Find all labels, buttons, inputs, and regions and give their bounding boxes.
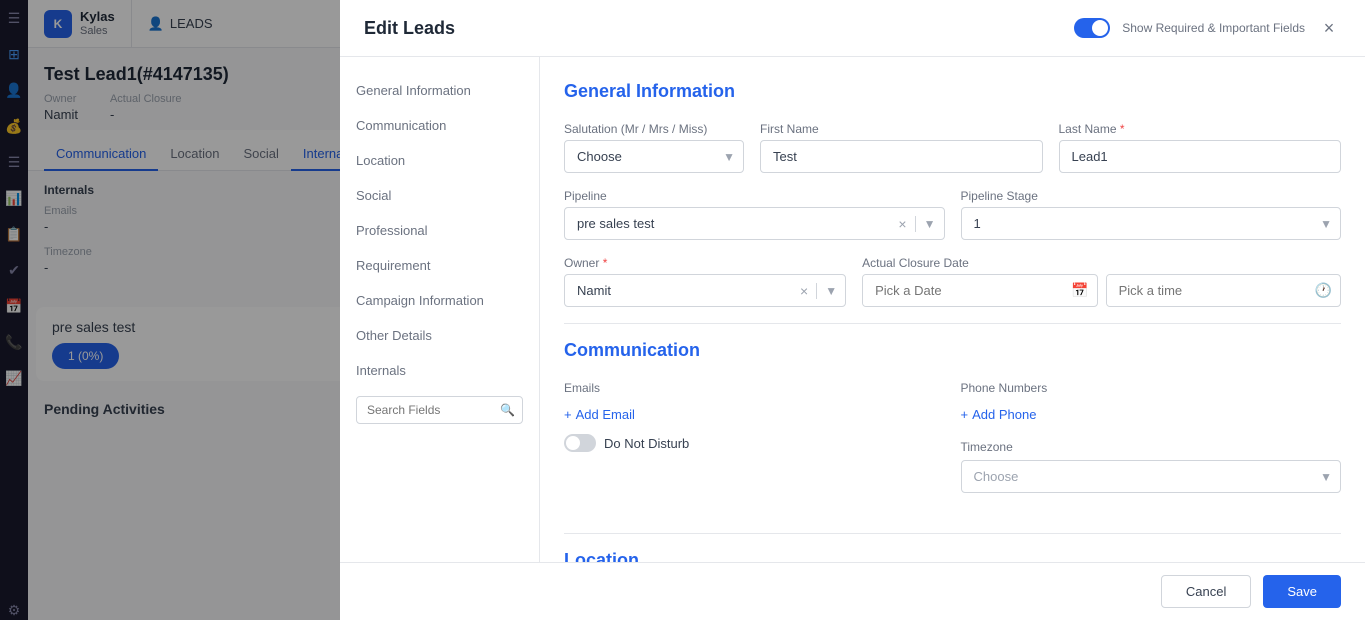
dnd-row: Do Not Disturb bbox=[564, 434, 945, 452]
add-phone-icon: + bbox=[961, 407, 969, 422]
comm-row: Emails + Add Email Do Not Disturb Phone … bbox=[564, 381, 1341, 517]
salutation-label: Salutation (Mr / Mrs / Miss) bbox=[564, 122, 744, 136]
salutation-group: Salutation (Mr / Mrs / Miss) Choose ▼ bbox=[564, 122, 744, 173]
closure-date-group: Actual Closure Date 📅 🕐 bbox=[862, 256, 1341, 307]
salutation-value: Choose bbox=[565, 141, 715, 172]
date-time-row: 📅 🕐 bbox=[862, 274, 1341, 307]
nav-item-other[interactable]: Other Details bbox=[340, 318, 539, 353]
date-input[interactable] bbox=[863, 275, 1063, 306]
owner-label: Owner * bbox=[564, 256, 846, 270]
date-picker[interactable]: 📅 bbox=[862, 274, 1097, 307]
time-picker[interactable]: 🕐 bbox=[1106, 274, 1341, 307]
emails-section: Emails + Add Email Do Not Disturb bbox=[564, 381, 945, 493]
owner-group: Owner * Namit × ▼ bbox=[564, 256, 846, 307]
form-row-owner: Owner * Namit × ▼ Actual Closure Date 📅 bbox=[564, 256, 1341, 307]
time-input[interactable] bbox=[1107, 275, 1307, 306]
nav-item-internals[interactable]: Internals bbox=[340, 353, 539, 388]
last-name-input[interactable] bbox=[1059, 140, 1342, 173]
closure-date-label: Actual Closure Date bbox=[862, 256, 1341, 270]
nav-item-general[interactable]: General Information bbox=[340, 73, 539, 108]
nav-item-campaign[interactable]: Campaign Information bbox=[340, 283, 539, 318]
owner-value: Namit bbox=[565, 275, 792, 306]
pipeline-clear-icon[interactable]: × bbox=[890, 216, 915, 232]
add-email-icon: + bbox=[564, 407, 572, 422]
timezone-arrow-icon[interactable]: ▼ bbox=[1312, 470, 1340, 484]
modal-body: General Information Communication Locati… bbox=[340, 57, 1365, 562]
first-name-label: First Name bbox=[760, 122, 1043, 136]
nav-item-social[interactable]: Social bbox=[340, 178, 539, 213]
nav-item-communication[interactable]: Communication bbox=[340, 108, 539, 143]
communication-title: Communication bbox=[564, 340, 1341, 361]
calendar-icon: 📅 bbox=[1063, 282, 1096, 299]
timezone-group: Timezone Choose ▼ bbox=[961, 438, 1342, 493]
pipeline-stage-select[interactable]: 1 ▼ bbox=[961, 207, 1342, 240]
location-title: Location bbox=[564, 550, 1341, 562]
search-fields-wrapper: 🔍 bbox=[356, 396, 523, 424]
modal-nav: General Information Communication Locati… bbox=[340, 57, 540, 562]
modal-title: Edit Leads bbox=[364, 18, 455, 39]
nav-item-location[interactable]: Location bbox=[340, 143, 539, 178]
close-button[interactable]: × bbox=[1317, 16, 1341, 40]
timezone-comm-label: Timezone bbox=[961, 440, 1013, 454]
required-fields-toggle[interactable] bbox=[1074, 18, 1110, 38]
first-name-group: First Name bbox=[760, 122, 1043, 173]
form-row-names: Salutation (Mr / Mrs / Miss) Choose ▼ Fi… bbox=[564, 122, 1341, 173]
pipeline-stage-arrow-icon[interactable]: ▼ bbox=[1312, 217, 1340, 231]
salutation-select[interactable]: Choose ▼ bbox=[564, 140, 744, 173]
search-fields-input[interactable] bbox=[356, 396, 523, 424]
last-name-group: Last Name * bbox=[1059, 122, 1342, 173]
edit-modal: Edit Leads Show Required & Important Fie… bbox=[340, 0, 1365, 620]
pipeline-select[interactable]: pre sales test × ▼ bbox=[564, 207, 945, 240]
owner-arrow-icon[interactable]: ▼ bbox=[817, 284, 845, 298]
nav-item-requirement[interactable]: Requirement bbox=[340, 248, 539, 283]
location-divider bbox=[564, 533, 1341, 534]
add-phone-link[interactable]: + Add Phone bbox=[961, 407, 1342, 422]
add-email-text[interactable]: Add Email bbox=[576, 407, 635, 422]
cancel-button[interactable]: Cancel bbox=[1161, 575, 1251, 608]
modal-form: General Information Salutation (Mr / Mrs… bbox=[540, 57, 1365, 562]
search-icon: 🔍 bbox=[500, 403, 515, 417]
save-button[interactable]: Save bbox=[1263, 575, 1341, 608]
first-name-input[interactable] bbox=[760, 140, 1043, 173]
pipeline-label: Pipeline bbox=[564, 189, 945, 203]
pipeline-arrow-icon[interactable]: ▼ bbox=[916, 217, 944, 231]
modal-header-right: Show Required & Important Fields × bbox=[1074, 16, 1341, 40]
pipeline-value: pre sales test bbox=[565, 208, 890, 239]
salutation-arrow-icon[interactable]: ▼ bbox=[715, 150, 743, 164]
clock-icon: 🕐 bbox=[1307, 282, 1340, 299]
modal-footer: Cancel Save bbox=[340, 562, 1365, 620]
emails-comm-label: Emails bbox=[564, 381, 945, 395]
timezone-select[interactable]: Choose ▼ bbox=[961, 460, 1342, 493]
last-name-label: Last Name * bbox=[1059, 122, 1342, 136]
owner-clear-icon[interactable]: × bbox=[792, 283, 817, 299]
phone-label: Phone Numbers bbox=[961, 381, 1342, 395]
dnd-toggle[interactable] bbox=[564, 434, 596, 452]
modal-header: Edit Leads Show Required & Important Fie… bbox=[340, 0, 1365, 57]
owner-select[interactable]: Namit × ▼ bbox=[564, 274, 846, 307]
form-row-pipeline: Pipeline pre sales test × ▼ Pipeline Sta… bbox=[564, 189, 1341, 240]
nav-item-professional[interactable]: Professional bbox=[340, 213, 539, 248]
phone-section: Phone Numbers + Add Phone Timezone Choos… bbox=[961, 381, 1342, 493]
pipeline-stage-value: 1 bbox=[962, 208, 1313, 239]
pipeline-stage-group: Pipeline Stage 1 ▼ bbox=[961, 189, 1342, 240]
timezone-placeholder: Choose bbox=[962, 461, 1313, 492]
general-info-title: General Information bbox=[564, 81, 1341, 102]
pipeline-stage-label: Pipeline Stage bbox=[961, 189, 1342, 203]
toggle-label: Show Required & Important Fields bbox=[1122, 21, 1305, 35]
add-email-link[interactable]: + Add Email bbox=[564, 407, 945, 422]
add-phone-text[interactable]: Add Phone bbox=[972, 407, 1036, 422]
last-name-required: * bbox=[1120, 122, 1125, 136]
section-divider bbox=[564, 323, 1341, 324]
dnd-label: Do Not Disturb bbox=[604, 436, 689, 451]
pipeline-group: Pipeline pre sales test × ▼ bbox=[564, 189, 945, 240]
owner-required: * bbox=[603, 256, 608, 270]
